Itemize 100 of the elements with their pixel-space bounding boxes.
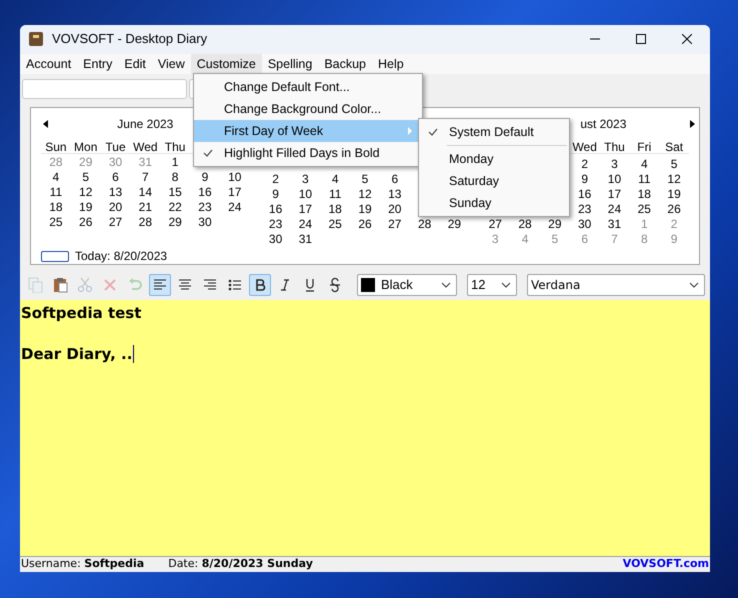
- calendar-day[interactable]: 12: [358, 187, 372, 201]
- menu-item[interactable]: Entry: [77, 54, 118, 74]
- calendar-day[interactable]: 18: [49, 200, 63, 214]
- calendar-day[interactable]: 13: [108, 185, 122, 199]
- calendar-day[interactable]: 28: [138, 215, 152, 229]
- menu-item[interactable]: Highlight Filled Days in Bold: [194, 142, 422, 164]
- calendar-day[interactable]: 31: [608, 217, 622, 231]
- calendar-day[interactable]: 2: [272, 172, 279, 186]
- close-icon: [682, 34, 692, 44]
- calendar-day[interactable]: 29: [168, 215, 182, 229]
- menu-item[interactable]: Edit: [118, 54, 152, 74]
- calendar-day[interactable]: 11: [328, 187, 342, 201]
- calendar-day[interactable]: 7: [142, 170, 149, 184]
- calendar-day[interactable]: 11: [50, 185, 62, 199]
- calendar-day[interactable]: 16: [268, 202, 282, 216]
- calendar-day[interactable]: 1: [172, 155, 178, 169]
- menu-item[interactable]: Help: [372, 54, 410, 74]
- calendar-day[interactable]: 27: [388, 217, 402, 231]
- dropdown[interactable]: Black: [357, 274, 457, 296]
- calendar-day[interactable]: 23: [198, 200, 212, 214]
- calendar-day[interactable]: 21: [138, 200, 152, 214]
- menu-item[interactable]: Account: [20, 54, 78, 74]
- menu-item[interactable]: Backup: [318, 54, 372, 74]
- calendar-day[interactable]: 30: [578, 217, 592, 231]
- calendar-day[interactable]: 5: [670, 157, 678, 171]
- calendar-day[interactable]: 3: [611, 157, 618, 171]
- editor-text: Dear Diary, ..: [21, 344, 132, 364]
- calendar-day[interactable]: 20: [108, 200, 122, 214]
- calendar-day[interactable]: 11: [638, 172, 651, 186]
- menu-item[interactable]: Saturday: [419, 170, 569, 192]
- calendar-day[interactable]: 15: [168, 185, 182, 199]
- calendar-day[interactable]: 9: [202, 170, 208, 184]
- menu-item[interactable]: Change Background Color...: [194, 98, 422, 120]
- calendar-day[interactable]: 23: [268, 217, 282, 231]
- calendar-day[interactable]: 12: [79, 185, 92, 199]
- today-link[interactable]: Today: 8/20/2023: [75, 247, 168, 265]
- calendar-day[interactable]: 30: [268, 232, 282, 246]
- calendar-day[interactable]: 30: [198, 215, 212, 229]
- calendar-day[interactable]: 13: [388, 187, 402, 201]
- calendar-day[interactable]: 25: [328, 217, 342, 231]
- calendar-day[interactable]: 6: [391, 172, 398, 186]
- calendar-day[interactable]: 12: [667, 172, 681, 186]
- calendar-day[interactable]: 17: [228, 185, 242, 199]
- calendar-day[interactable]: 4: [52, 170, 60, 184]
- calendar-day[interactable]: 20: [388, 202, 402, 216]
- calendar-day[interactable]: 5: [362, 172, 368, 186]
- calendar-day[interactable]: 18: [328, 202, 342, 216]
- dropdown[interactable]: Verdana: [527, 274, 705, 296]
- calendar-day[interactable]: 28: [518, 217, 532, 231]
- toolbar-button[interactable]: [249, 274, 271, 296]
- menu-item[interactable]: Change Default Font...: [194, 76, 422, 98]
- calendar-day[interactable]: 27: [108, 215, 122, 229]
- calendar-day[interactable]: 8: [172, 170, 178, 184]
- calendar-day[interactable]: 25: [638, 202, 651, 216]
- menu-item[interactable]: System Default: [419, 121, 569, 143]
- calendar-day[interactable]: 5: [82, 170, 90, 184]
- calendar-day[interactable]: 9: [581, 172, 588, 186]
- calendar-day[interactable]: 31: [298, 232, 312, 246]
- calendar-day[interactable]: 24: [228, 200, 242, 214]
- calendar-day[interactable]: 26: [358, 217, 372, 231]
- calendar-day[interactable]: 25: [49, 215, 63, 229]
- calendar-day[interactable]: 16: [578, 187, 592, 201]
- calendar-day[interactable]: 6: [112, 170, 119, 184]
- calendar-day[interactable]: 9: [272, 187, 279, 201]
- calendar-day[interactable]: 17: [608, 187, 622, 201]
- calendar-day[interactable]: 24: [298, 217, 312, 231]
- calendar-day[interactable]: 27: [488, 217, 502, 231]
- calendar-day[interactable]: 14: [138, 185, 152, 199]
- calendar-day[interactable]: 18: [638, 187, 651, 201]
- calendar-day[interactable]: 19: [667, 187, 681, 201]
- calendar-day[interactable]: 28: [418, 217, 432, 231]
- menu-item[interactable]: Sunday: [419, 192, 569, 214]
- calendar-day[interactable]: 4: [640, 157, 648, 171]
- calendar-day[interactable]: 16: [198, 185, 212, 199]
- menu-item[interactable]: View: [152, 54, 191, 74]
- calendar-day[interactable]: 10: [608, 172, 622, 186]
- calendar-day[interactable]: 23: [578, 202, 592, 216]
- menu-item[interactable]: Spelling: [262, 54, 318, 74]
- calendar-day[interactable]: 29: [548, 217, 562, 231]
- calendar-day[interactable]: 19: [358, 202, 372, 216]
- calendar-day[interactable]: 26: [667, 202, 681, 216]
- strikethrough-icon: [327, 277, 343, 293]
- editor-area[interactable]: Softpedia test Dear Diary, ..: [20, 300, 710, 556]
- toolbar-button[interactable]: [149, 274, 171, 296]
- calendar-day[interactable]: 17: [298, 202, 312, 216]
- website-link[interactable]: VOVSOFT.com: [622, 556, 709, 572]
- menu-item[interactable]: Monday: [419, 148, 569, 170]
- calendar-day[interactable]: 19: [79, 200, 92, 214]
- menu-item[interactable]: Customize: [190, 54, 262, 74]
- calendar-day[interactable]: 10: [228, 170, 242, 184]
- calendar-day[interactable]: 2: [581, 157, 588, 171]
- calendar-day[interactable]: 3: [302, 172, 309, 186]
- calendar-day[interactable]: 26: [79, 215, 92, 229]
- calendar-day[interactable]: 29: [448, 217, 462, 231]
- search-field[interactable]: [22, 79, 187, 99]
- calendar-day[interactable]: 4: [332, 172, 339, 186]
- calendar-day[interactable]: 24: [608, 202, 622, 216]
- calendar-day[interactable]: 22: [168, 200, 182, 214]
- dropdown[interactable]: 12: [467, 274, 517, 296]
- calendar-day[interactable]: 10: [298, 187, 312, 201]
